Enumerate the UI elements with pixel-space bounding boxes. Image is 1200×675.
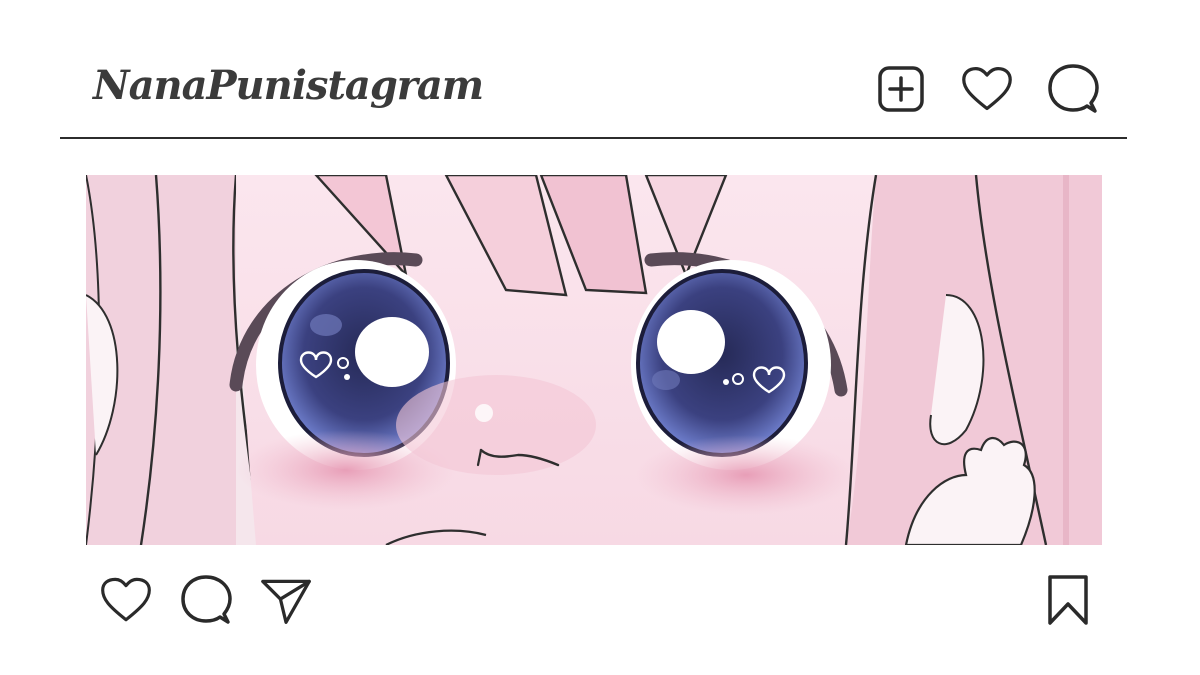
add-post-button[interactable] bbox=[875, 63, 927, 115]
save-post-button[interactable] bbox=[1042, 574, 1094, 626]
send-icon bbox=[261, 579, 311, 624]
app-logo: NanaPunistagram bbox=[93, 62, 484, 109]
messages-button[interactable] bbox=[1047, 63, 1099, 115]
comment-icon bbox=[1048, 64, 1099, 113]
heart-icon bbox=[101, 577, 151, 622]
app-header: NanaPunistagram bbox=[60, 50, 1127, 130]
post-image bbox=[86, 175, 1102, 545]
header-divider bbox=[60, 137, 1127, 139]
header-actions bbox=[875, 64, 1099, 114]
comment-button[interactable] bbox=[180, 574, 232, 626]
instagram-style-post: NanaPunistagram bbox=[0, 0, 1200, 675]
add-post-icon bbox=[878, 66, 924, 112]
heart-icon bbox=[962, 66, 1012, 111]
activity-button[interactable] bbox=[961, 63, 1013, 115]
like-button[interactable] bbox=[100, 574, 152, 626]
comment-icon bbox=[181, 575, 232, 624]
post-actions bbox=[100, 574, 312, 626]
share-button[interactable] bbox=[260, 574, 312, 626]
bookmark-icon bbox=[1048, 575, 1088, 625]
anime-girl-eyes-closeup bbox=[86, 175, 1102, 545]
